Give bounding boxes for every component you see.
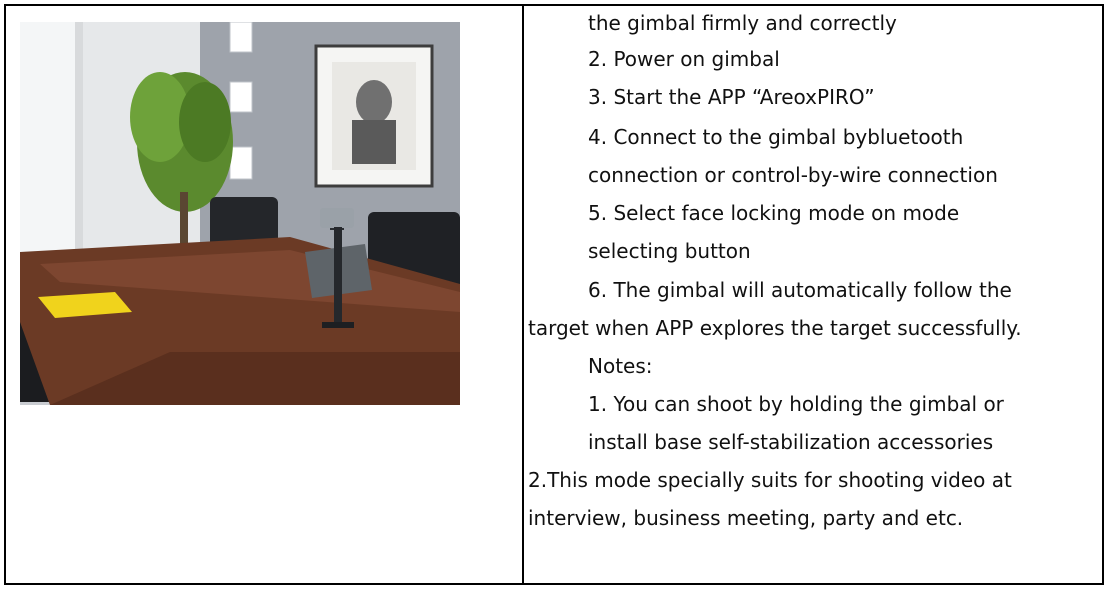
instruction-line: the gimbal firmly and correctly — [588, 11, 897, 35]
instruction-line: 1. You can shoot by holding the gimbal o… — [588, 392, 1004, 416]
instruction-line: connection or control-by-wire connection — [588, 163, 998, 187]
instruction-line: target when APP explores the target succ… — [528, 316, 1022, 340]
conference-room-photo — [20, 22, 460, 405]
instruction-line: 3. Start the APP “AreoxPIRO” — [588, 85, 875, 109]
instruction-line: selecting button — [588, 239, 751, 263]
instruction-line: 2. Power on gimbal — [588, 47, 780, 71]
instruction-line: interview, business meeting, party and e… — [528, 506, 964, 530]
instruction-line: 2.This mode specially suits for shooting… — [528, 468, 1012, 492]
instruction-line: 4. Connect to the gimbal bybluetooth — [588, 125, 964, 149]
instruction-cell: the gimbal firmly and correctly 2. Power… — [524, 6, 1102, 583]
instruction-line: 6. The gimbal will automatically follow … — [588, 278, 1012, 302]
notes-heading: Notes: — [588, 354, 653, 378]
instruction-line: install base self-stabilization accessor… — [588, 430, 994, 454]
document-table: the gimbal firmly and correctly 2. Power… — [4, 4, 1104, 585]
instruction-line: 5. Select face locking mode on mode — [588, 201, 960, 225]
image-cell — [6, 6, 524, 583]
